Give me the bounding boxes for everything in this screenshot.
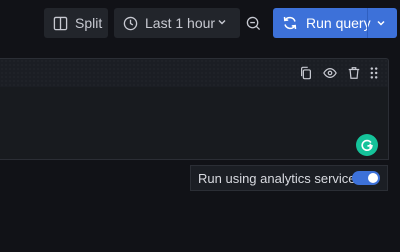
explore-toolbar: Split Last 1 hour Run query [0, 0, 400, 48]
run-query-button[interactable]: Run query [273, 8, 397, 38]
zoom-out-icon [246, 16, 260, 30]
eye-icon[interactable] [323, 66, 337, 80]
analytics-service-toggle[interactable] [352, 171, 380, 185]
time-range-picker[interactable]: Last 1 hour [114, 8, 240, 38]
clock-icon [123, 16, 138, 30]
analytics-service-label: Run using analytics service [198, 170, 356, 186]
split-icon [53, 16, 68, 30]
query-row-header [0, 58, 389, 88]
toggle-knob [368, 173, 378, 183]
run-query-label: Run query [306, 15, 371, 31]
grammarly-g-icon [361, 139, 373, 151]
zoom-out-button[interactable] [242, 8, 264, 38]
trash-icon[interactable] [347, 66, 361, 80]
run-options-chevron-icon[interactable] [375, 17, 387, 29]
refresh-icon [283, 16, 297, 30]
grammarly-icon[interactable] [356, 134, 378, 156]
query-editor[interactable] [0, 87, 389, 160]
analytics-service-option: Run using analytics service [190, 165, 388, 191]
split-label: Split [75, 15, 103, 31]
split-button[interactable]: Split [44, 8, 108, 38]
button-divider [367, 8, 368, 38]
copy-icon[interactable] [299, 66, 313, 80]
time-range-label: Last 1 hour [145, 15, 216, 31]
drag-handle-icon[interactable] [367, 66, 381, 80]
chevron-down-icon [218, 20, 226, 25]
